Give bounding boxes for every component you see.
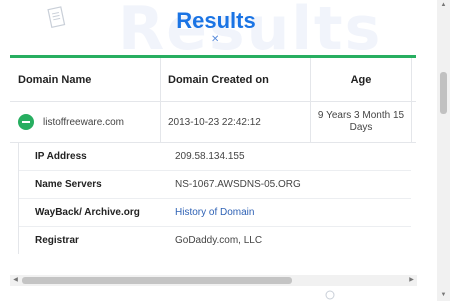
detail-label: Registrar (35, 235, 79, 246)
table-header-row: Domain Name Domain Created on Age (10, 58, 416, 102)
detail-label: IP Address (35, 151, 87, 162)
detail-label: Name Servers (35, 179, 102, 190)
header-domain-name: Domain Name (10, 58, 161, 101)
vertical-scrollbar[interactable]: ▲ ▼ (437, 0, 450, 301)
table-row: listoffreeware.com 2013-10-23 22:42:12 9… (10, 102, 416, 143)
results-table: Domain Name Domain Created on Age listof… (10, 55, 416, 276)
domain-created-value: 2013-10-23 22:42:12 (161, 102, 311, 142)
domain-name-value: listoffreeware.com (43, 116, 124, 128)
history-of-domain-link[interactable]: History of Domain (175, 207, 254, 218)
scroll-down-icon[interactable]: ▼ (437, 290, 450, 301)
header-age: Age (311, 58, 412, 101)
domain-cell: listoffreeware.com (10, 102, 161, 142)
detail-value: NS-1067.AWSDNS-05.ORG (175, 179, 301, 190)
page-title: Results (176, 8, 256, 33)
vertical-scroll-thumb[interactable] (440, 72, 447, 114)
detail-value: 209.58.134.155 (175, 151, 245, 162)
domain-age-value: 9 Years 3 Month 15 Days (311, 102, 412, 142)
scroll-up-icon[interactable]: ▲ (437, 0, 450, 11)
domain-details: IP Address 209.58.134.155 Name Servers N… (18, 143, 411, 254)
horizontal-scroll-thumb[interactable] (22, 277, 292, 284)
scroll-right-icon[interactable]: ▶ (406, 275, 417, 286)
detail-row-nameservers: Name Servers NS-1067.AWSDNS-05.ORG (19, 171, 411, 199)
detail-label: WayBack/ Archive.org (35, 207, 140, 218)
detail-row-wayback: WayBack/ Archive.org History of Domain (19, 199, 411, 227)
horizontal-scrollbar[interactable]: ◀ ▶ (10, 275, 417, 286)
detail-row-ip: IP Address 209.58.134.155 (19, 143, 411, 171)
circle-icon (325, 290, 335, 300)
scroll-left-icon[interactable]: ◀ (10, 275, 21, 286)
header-domain-created: Domain Created on (161, 58, 311, 101)
x-mark-icon: ✕ (211, 34, 220, 45)
detail-row-registrar: Registrar GoDaddy.com, LLC (19, 227, 411, 254)
detail-value: GoDaddy.com, LLC (175, 235, 263, 246)
minus-circle-icon[interactable] (18, 114, 34, 130)
